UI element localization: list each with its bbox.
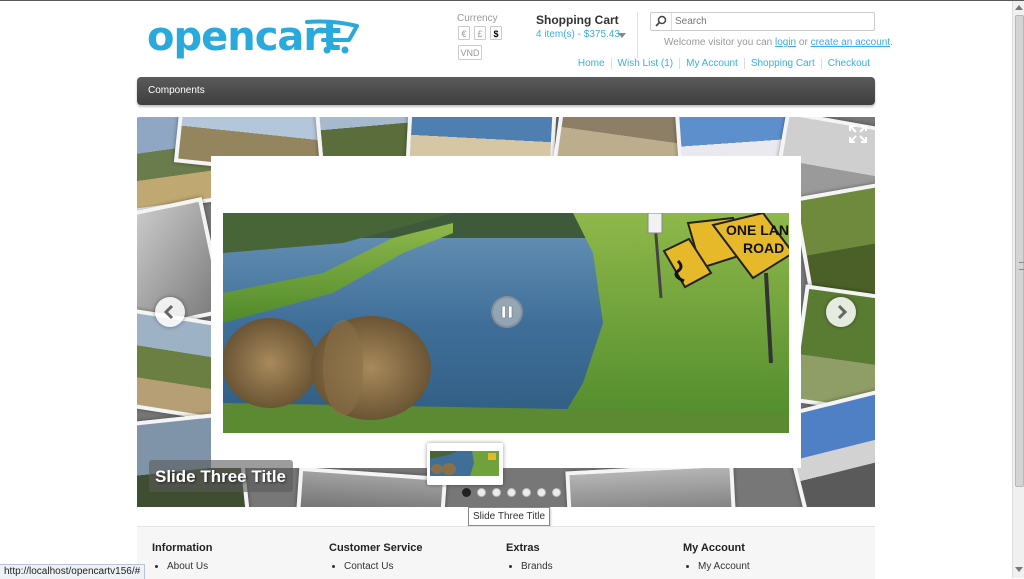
cart-logo-icon (305, 19, 359, 54)
scroll-down-arrow-icon[interactable] (1015, 567, 1023, 572)
previous-slide-button[interactable] (155, 297, 185, 327)
slide-dot-2[interactable] (477, 488, 486, 497)
welcome-or: or (798, 37, 808, 48)
footer-link-my-account[interactable]: My Account (698, 560, 750, 573)
footer-heading: My Account (683, 542, 745, 554)
slide-dot-6[interactable] (537, 488, 546, 497)
footer-heading: Information (152, 542, 213, 554)
vertical-scrollbar[interactable] (1012, 1, 1024, 578)
currency-label: Currency (457, 13, 498, 24)
background-photo (294, 466, 448, 507)
slide-caption: Slide Three Title (155, 467, 287, 486)
search-box (650, 12, 875, 31)
welcome-message: Welcome visitor you can login or create … (664, 37, 893, 48)
footer-heading: Customer Service (329, 542, 423, 554)
footer-heading: Extras (506, 542, 540, 554)
welcome-suffix: . (890, 37, 893, 48)
slide-thumbnail[interactable] (427, 443, 503, 485)
my-account-link[interactable]: My Account (679, 58, 744, 69)
currency-dollar-button[interactable]: $ (490, 26, 502, 40)
pause-icon (501, 305, 513, 319)
search-button[interactable] (651, 13, 672, 30)
login-link[interactable]: login (775, 37, 796, 48)
next-slide-button[interactable] (826, 297, 856, 327)
sign-text-line1: ONE LANE (726, 222, 789, 238)
top-links: Home Wish List (1) My Account Shopping Cart… (572, 58, 876, 69)
window-top-border (0, 0, 1024, 1)
search-icon (655, 15, 667, 27)
wishlist-link[interactable]: Wish List (1) (610, 58, 680, 69)
fullscreen-icon (849, 125, 867, 143)
currency-vnd-button[interactable]: VND (458, 45, 482, 60)
chevron-down-icon[interactable] (618, 33, 626, 38)
thumbnail-photo (430, 451, 499, 476)
grip-icon (1019, 262, 1024, 270)
chevron-left-icon (163, 304, 174, 320)
cart-title[interactable]: Shopping Cart (536, 13, 619, 27)
slide-dot-1[interactable] (462, 488, 471, 497)
browser-status-bar: http://localhost/opencartv156/# (0, 564, 146, 579)
sign-text-line2: ROAD (743, 240, 784, 256)
header-divider (637, 12, 638, 58)
footer-column-information: Information About Us (152, 542, 213, 573)
footer: Information About Us Customer Service Co… (137, 526, 875, 579)
footer-link-about-us[interactable]: About Us (167, 560, 213, 573)
scrollbar-thumb[interactable] (1015, 15, 1024, 487)
thumbnail-image (430, 451, 499, 476)
search-input[interactable] (675, 14, 865, 28)
currency-euro-button[interactable]: € (458, 26, 470, 40)
create-account-link[interactable]: create an account (811, 37, 891, 48)
tooltip: Slide Three Title (468, 507, 551, 526)
scroll-up-arrow-icon[interactable] (1015, 5, 1023, 10)
site-logo[interactable]: opencart (147, 14, 359, 60)
slide-dot-5[interactable] (522, 488, 531, 497)
slideshow: ONE LANE ROAD Slide Three Title (137, 117, 875, 507)
shopping-cart-link[interactable]: Shopping Cart (743, 58, 821, 69)
footer-column-customer-service: Customer Service Contact Us (329, 542, 423, 573)
footer-link-contact-us[interactable]: Contact Us (344, 560, 423, 573)
fullscreen-button[interactable] (849, 125, 867, 143)
slide-dot-3[interactable] (492, 488, 501, 497)
currency-pound-button[interactable]: £ (474, 26, 486, 40)
slide-dot-7[interactable] (552, 488, 561, 497)
footer-column-my-account: My Account My Account (683, 542, 750, 573)
welcome-prefix: Welcome visitor you can (664, 37, 773, 48)
footer-link-brands[interactable]: Brands (521, 560, 553, 573)
footer-column-extras: Extras Brands (506, 542, 553, 573)
chevron-right-icon (837, 304, 848, 320)
cart-summary[interactable]: 4 item(s) - $375.43 (536, 29, 620, 40)
checkout-link[interactable]: Checkout (820, 58, 876, 69)
background-photo (565, 462, 737, 507)
main-menu: Components (137, 77, 875, 105)
menu-item-components[interactable]: Components (148, 85, 205, 96)
pause-button[interactable] (491, 296, 523, 328)
slide-dot-4[interactable] (507, 488, 516, 497)
home-link[interactable]: Home (572, 58, 611, 69)
